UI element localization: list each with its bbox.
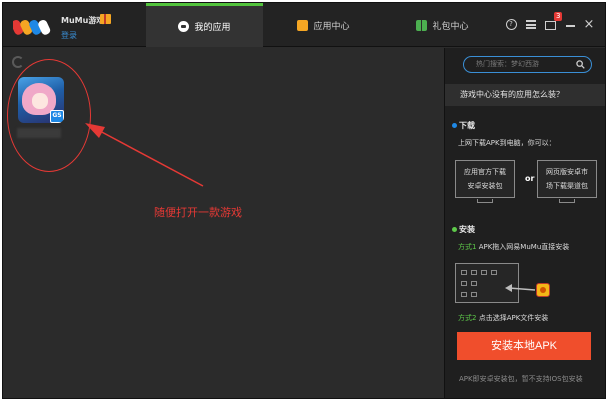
install-guide-panel: 热门搜索：梦幻西游 游戏中心没有的应用怎么装？ 下载 上网下载APK到电脑，你可…	[444, 48, 605, 398]
menu-icon	[526, 20, 536, 29]
gift-icon[interactable]	[100, 14, 111, 24]
install-local-apk-button[interactable]: 安装本地APK	[457, 332, 591, 360]
gift-center-icon	[416, 19, 428, 31]
install-dot-icon	[452, 227, 457, 232]
web-market-option: 网页版安卓市 场下载渠道包	[537, 160, 597, 198]
apk-footnote: APK即安卓安装包，暂不支持IOS包安装	[459, 375, 583, 383]
download-desc: 上网下载APK到电脑，你可以：	[458, 139, 556, 147]
tab-label: 应用中心	[313, 21, 350, 32]
apk-file-icon	[536, 283, 550, 297]
my-apps-panel: GS 随便打开一款游戏	[3, 48, 443, 398]
app-center-icon	[297, 19, 309, 31]
download-section-title: 下载	[452, 120, 475, 131]
help-icon: ?	[505, 19, 517, 30]
brand-name: MuMu游戏	[61, 16, 105, 25]
install-method-2: 方式2 点击选择APK文件安装	[458, 314, 549, 322]
download-dot-icon	[452, 123, 457, 128]
search-icon[interactable]	[576, 60, 585, 69]
drag-arrow-icon	[505, 284, 536, 292]
tab-label: 礼包中心	[432, 21, 469, 32]
or-label: or	[525, 174, 535, 183]
install-question: 游戏中心没有的应用怎么装？	[445, 84, 605, 106]
mumu-logo-icon	[13, 19, 51, 35]
search-placeholder: 热门搜索：梦幻西游	[476, 60, 539, 68]
close-button[interactable]: ×	[581, 17, 597, 33]
menu-button[interactable]	[523, 17, 539, 33]
minimize-button[interactable]	[562, 17, 578, 33]
monitor-stand	[559, 199, 575, 203]
title-bar: MuMu游戏 登录 我的应用 应用中心 礼包中心 ? 3 ×	[3, 3, 605, 47]
message-icon	[544, 21, 556, 30]
tab-label: 我的应用	[194, 23, 231, 33]
my-apps-icon	[178, 21, 190, 32]
install-section-title: 安装	[452, 224, 475, 235]
tab-gift-center[interactable]: 礼包中心	[384, 3, 501, 47]
official-download-option: 应用官方下载 安卓安装包	[455, 160, 515, 198]
install-method-1: 方式1 APK拖入网易MuMu直接安装	[458, 243, 570, 251]
monitor-stand	[477, 199, 493, 203]
mumu-window: MuMu游戏 登录 我的应用 应用中心 礼包中心 ? 3 × GS 随便打开一款…	[2, 2, 606, 399]
tab-my-apps[interactable]: 我的应用	[146, 3, 263, 47]
help-button[interactable]: ?	[503, 17, 519, 33]
search-input[interactable]: 热门搜索：梦幻西游	[463, 56, 592, 73]
minimize-icon	[565, 25, 575, 27]
tab-app-center[interactable]: 应用中心	[265, 3, 382, 47]
login-link[interactable]: 登录	[61, 30, 77, 41]
annotation-text: 随便打开一款游戏	[154, 206, 242, 219]
